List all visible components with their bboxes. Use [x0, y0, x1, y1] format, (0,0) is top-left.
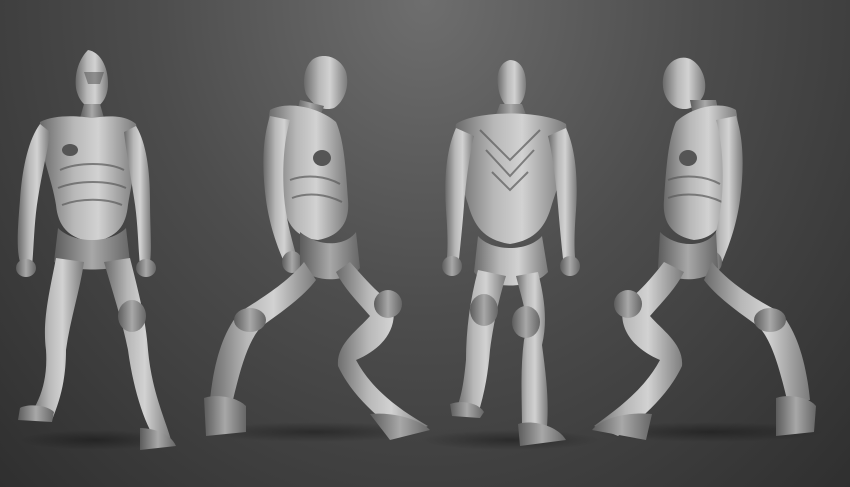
figure-three-quarter-right-view — [592, 57, 825, 442]
figure-three-quarter-left-view — [204, 56, 430, 442]
sculpt-turnaround-image — [0, 0, 850, 487]
figure-front-view — [16, 50, 176, 450]
figure-back-view — [420, 60, 600, 450]
sculpt-render — [16, 50, 825, 450]
